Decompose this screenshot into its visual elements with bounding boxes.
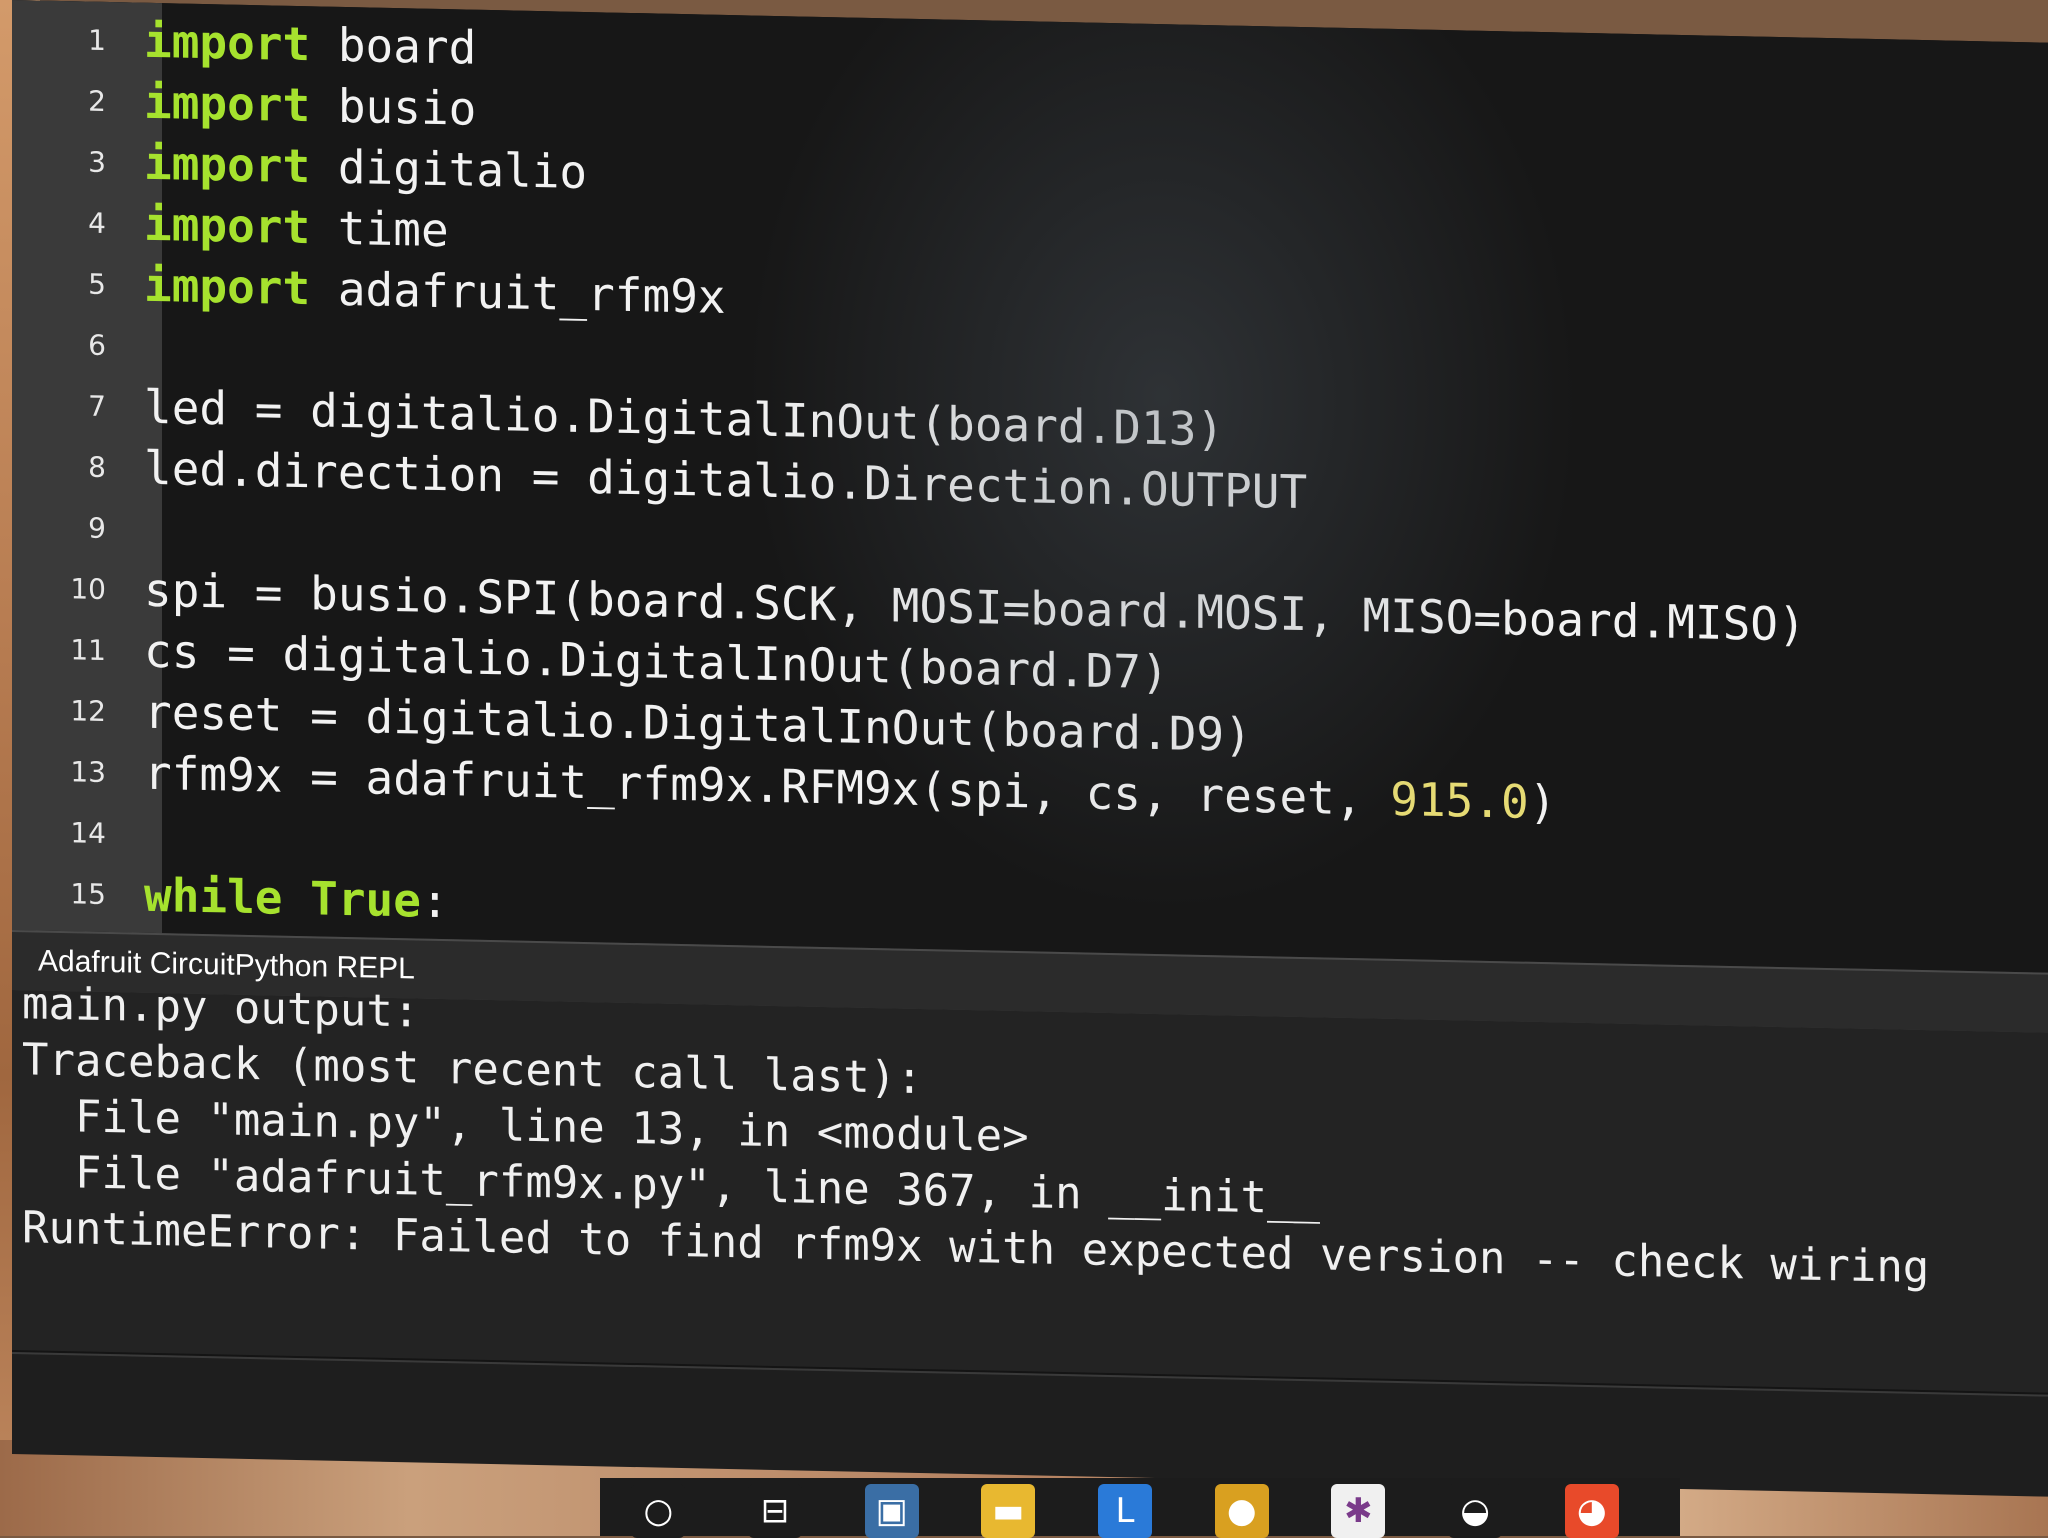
code-token: time [310,200,448,257]
file-explorer-icon-glyph: ▬ [981,1484,1035,1538]
code-token: board [310,17,476,74]
code-line[interactable]: 14 [12,801,144,864]
line-number: 14 [12,815,130,850]
line-number: 2 [12,83,130,118]
game-icon[interactable]: ◒ [1447,1478,1504,1536]
repl-output[interactable]: main.py output: Traceback (most recent c… [12,990,2048,1393]
line-number: 7 [12,388,130,423]
search-icon-glyph: ○ [631,1484,685,1538]
file-explorer-icon[interactable]: ▬ [980,1478,1037,1536]
task-view-icon[interactable]: ⊟ [747,1478,804,1536]
line-number: 15 [12,876,130,911]
code-line[interactable]: 1import board [12,8,476,78]
line-number: 6 [12,327,130,362]
slack-icon[interactable]: ✱ [1330,1478,1387,1536]
code-line[interactable]: 9 [12,496,144,559]
line-number: 9 [12,510,130,545]
search-icon[interactable]: ○ [630,1478,687,1536]
line-number: 12 [12,693,130,728]
keyword-token: import [144,75,310,132]
line-number: 4 [12,205,130,240]
mu-editor-window: 1import board2import busio3import digita… [12,0,2048,1493]
windows-taskbar: ○ ⊟ ▣ ▬ L ● ✱ ◒ ◕ [600,1478,1680,1536]
code-text: rfm9x = adafruit_rfm9x.RFM9x(spi, cs, re… [130,745,1556,829]
line-number: 5 [12,266,130,301]
keyword-token: import [144,14,310,71]
task-view-icon-glyph: ⊟ [748,1484,802,1538]
code-token: : [421,874,449,929]
line-number: 3 [12,144,130,179]
repl-line: main.py output: [12,978,419,1038]
game-icon-glyph: ◒ [1448,1484,1502,1538]
keyword-token: while True [144,868,421,928]
code-line[interactable]: 3import digitalio [12,130,587,202]
code-text: import digitalio [130,135,587,199]
code-line[interactable]: 2import busio [12,69,476,139]
app-l-icon[interactable]: L [1097,1478,1154,1536]
code-token: ) [1529,775,1557,830]
code-token: busio [310,78,476,135]
code-text: import adafruit_rfm9x [130,257,726,323]
line-number: 1 [12,22,130,57]
code-text: import busio [130,74,476,135]
code-token: adafruit_rfm9x [310,261,725,324]
chrome-icon-glyph: ● [1215,1484,1269,1538]
code-line[interactable]: 4import time [12,191,449,260]
code-token: digitalio [310,139,587,199]
app-l-icon-glyph: L [1098,1484,1152,1538]
code-text: import time [130,196,449,257]
store-icon[interactable]: ▣ [863,1478,920,1536]
line-number: 13 [12,754,130,789]
line-number: 11 [12,632,130,667]
number-token: 915.0 [1390,772,1528,829]
code-text: while True: [130,867,449,928]
keyword-token: import [144,197,310,254]
slack-icon-glyph: ✱ [1331,1484,1385,1538]
code-line[interactable]: 15while True: [12,862,449,931]
store-icon-glyph: ▣ [865,1484,919,1538]
keyword-token: import [144,258,310,315]
line-number: 8 [12,449,130,484]
app-red-icon-glyph: ◕ [1565,1484,1619,1538]
line-number: 10 [12,571,130,606]
app-red-icon[interactable]: ◕ [1563,1478,1620,1536]
keyword-token: import [144,136,310,193]
chrome-icon[interactable]: ● [1213,1478,1270,1536]
code-text: import board [130,13,476,74]
code-lines: 1import board2import busio3import digita… [12,0,2048,43]
code-editor[interactable]: 1import board2import busio3import digita… [12,0,2048,973]
code-line[interactable]: 6 [12,313,144,376]
